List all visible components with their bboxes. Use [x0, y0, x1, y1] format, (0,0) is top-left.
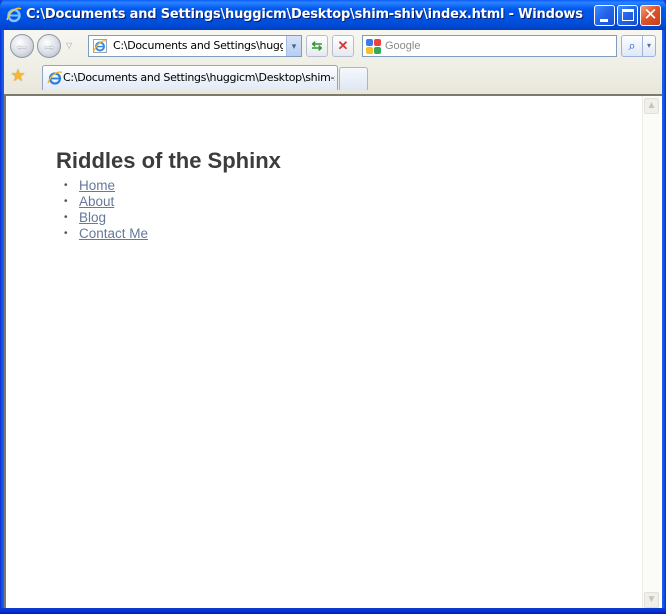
google-logo-icon [366, 39, 381, 54]
bullet: • [64, 196, 68, 207]
close-icon: ✕ [643, 5, 658, 25]
bullet: • [64, 180, 68, 191]
back-arrow-icon: ← [14, 37, 30, 54]
search-icon: ⌕ [628, 38, 636, 53]
contact-me-link[interactable]: Contact Me [79, 226, 148, 241]
address-dropdown-button[interactable]: ▾ [286, 36, 301, 56]
browser-window: C:\Documents and Settings\huggicm\Deskto… [0, 0, 666, 614]
maximize-button[interactable] [617, 5, 638, 26]
chevron-up-icon: ▲ [646, 100, 657, 111]
web-page: Riddles of the Sphinx • Home • About • B… [6, 96, 642, 610]
browser-toolbar: ← → ▽ C:\Documents and Settings\huggicm\… [4, 30, 662, 94]
scroll-up-button[interactable]: ▲ [644, 98, 659, 114]
window-title: C:\Documents and Settings\huggicm\Deskto… [26, 7, 588, 22]
search-input[interactable]: Google [385, 40, 420, 52]
recent-pages-dropdown[interactable]: ▽ [66, 41, 72, 50]
forward-arrow-icon: → [41, 37, 57, 54]
ie-logo-icon [47, 71, 63, 85]
content-area: Riddles of the Sphinx • Home • About • B… [4, 94, 662, 610]
chevron-down-icon: ▼ [646, 594, 657, 605]
search-button[interactable]: ⌕ [621, 35, 643, 57]
close-button[interactable]: ✕ [640, 5, 661, 26]
address-bar[interactable]: C:\Documents and Settings\huggicm\Deskto… [88, 35, 302, 57]
maximize-icon [622, 9, 634, 21]
page-heading: Riddles of the Sphinx [56, 148, 281, 173]
tab-title: C:\Documents and Settings\huggicm\Deskto… [63, 71, 335, 84]
bullet: • [64, 228, 68, 239]
home-link[interactable]: Home [79, 178, 115, 193]
about-link[interactable]: About [79, 194, 114, 209]
stop-button[interactable]: ✕ [332, 35, 354, 57]
bullet: • [64, 212, 68, 223]
window-bottom-border [0, 608, 666, 614]
new-tab-button[interactable] [339, 67, 368, 90]
site-nav-list: • Home • About • Blog • Contact Me [64, 178, 148, 242]
forward-button[interactable]: → [37, 34, 61, 58]
stop-icon: ✕ [337, 38, 349, 53]
minimize-button[interactable] [594, 5, 615, 26]
nav-item-about: • About [64, 194, 148, 210]
refresh-icon: ⇆ [311, 38, 323, 53]
minimize-icon [600, 19, 608, 22]
back-button[interactable]: ← [10, 34, 34, 58]
blog-link[interactable]: Blog [79, 210, 106, 225]
search-box[interactable]: Google [362, 35, 617, 57]
nav-item-contact: • Contact Me [64, 226, 148, 242]
title-bar[interactable]: C:\Documents and Settings\huggicm\Deskto… [0, 0, 666, 30]
nav-item-home: • Home [64, 178, 148, 194]
chevron-down-icon: ▾ [646, 41, 651, 50]
ie-page-icon [93, 39, 107, 53]
scroll-down-button[interactable]: ▼ [644, 592, 659, 608]
refresh-button[interactable]: ⇆ [306, 35, 328, 57]
address-input[interactable]: C:\Documents and Settings\huggicm\Deskto… [113, 39, 283, 52]
search-options-button[interactable]: ▾ [643, 35, 656, 57]
favorites-star-icon[interactable]: ★ [8, 66, 28, 86]
tab-active[interactable]: C:\Documents and Settings\huggicm\Deskto… [42, 65, 338, 90]
nav-item-blog: • Blog [64, 210, 148, 226]
ie-logo-icon [6, 7, 22, 23]
vertical-scrollbar[interactable]: ▲ ▼ [642, 96, 660, 610]
